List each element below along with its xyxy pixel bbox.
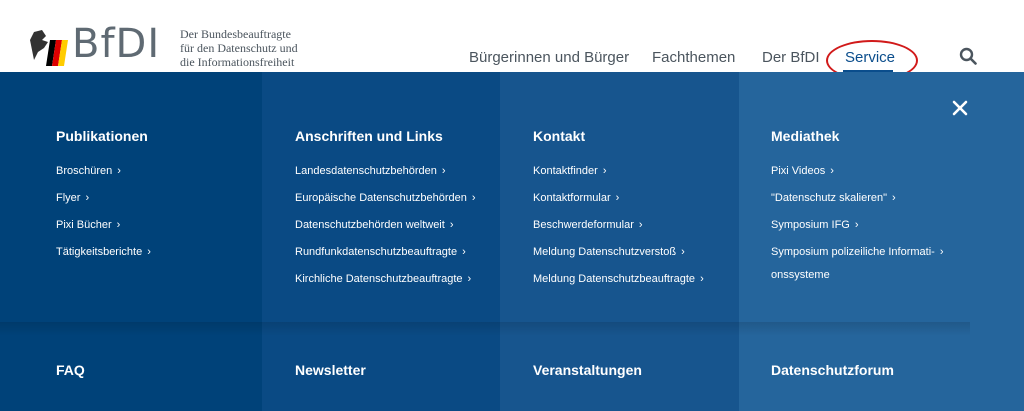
service-mega-menu: Publikationen Broschüren › Flyer › Pixi Bü…	[0, 72, 1024, 411]
chevron-right-icon: ›	[471, 192, 476, 204]
menu-link[interactable]: Pixi Videos ›	[771, 158, 944, 185]
column-links: Landesdatenschutzbehörden › Europäische D…	[295, 158, 476, 293]
menu-link[interactable]: Beschwerdeformular ›	[533, 212, 704, 239]
tagline-line-1: Der Bundesbeauftragte	[180, 27, 291, 41]
menu-link-label-continued: onssysteme	[771, 269, 830, 281]
chevron-right-icon: ›	[615, 192, 620, 204]
menu-link[interactable]: Broschüren ›	[56, 158, 151, 185]
menu-link-label: Meldung Datenschutzverstoß	[533, 246, 677, 258]
chevron-right-icon: ›	[449, 219, 454, 231]
logo-wordmark: BfDI	[72, 21, 161, 67]
menu-link-label: Landesdatenschutzbehörden	[295, 165, 437, 177]
chevron-right-icon: ›	[467, 273, 472, 285]
chevron-right-icon: ›	[116, 219, 121, 231]
menu-column-anschriften: Anschriften und Links Landesdatenschutzb…	[262, 72, 500, 411]
menu-column-kontakt: Kontakt Kontaktfinder › Kontaktformular › …	[500, 72, 739, 411]
menu-link-faq[interactable]: FAQ	[56, 362, 85, 378]
menu-link-label: Europäische Datenschutzbehörden	[295, 192, 467, 204]
bfdi-logo[interactable]: BfDI	[28, 22, 178, 66]
menu-link-newsletter[interactable]: Newsletter	[295, 362, 366, 378]
column-links: Broschüren › Flyer › Pixi Bücher › Tätigkei…	[56, 158, 151, 266]
menu-link-label: Pixi Videos	[771, 165, 826, 177]
chevron-right-icon: ›	[854, 219, 859, 231]
column-links: Pixi Videos › "Datenschutz skalieren" › Sy…	[771, 158, 944, 282]
menu-column-mediathek: Mediathek Pixi Videos › "Datenschutz skal…	[739, 72, 1024, 411]
menu-link-label: Datenschutzbehörden weltweit	[295, 219, 445, 231]
column-title[interactable]: Mediathek	[771, 128, 839, 144]
menu-link-veranstaltungen[interactable]: Veranstaltungen	[533, 362, 642, 378]
chevron-right-icon: ›	[830, 165, 834, 177]
federal-eagle-icon	[30, 30, 68, 66]
chevron-right-icon: ›	[700, 273, 704, 285]
menu-link[interactable]: Kontaktfinder ›	[533, 158, 704, 185]
chevron-right-icon: ›	[117, 165, 121, 177]
tagline-line-3: die Informationsfreiheit	[180, 55, 295, 69]
chevron-right-icon: ›	[441, 165, 446, 177]
menu-divider-shadow	[0, 322, 970, 336]
menu-link[interactable]: Kirchliche Datenschutzbeauftragte ›	[295, 266, 476, 293]
menu-column-publikationen: Publikationen Broschüren › Flyer › Pixi Bü…	[0, 72, 262, 411]
menu-link-label: "Datenschutz skalieren"	[771, 192, 888, 204]
menu-link-label: Flyer	[56, 192, 81, 204]
menu-link[interactable]: Landesdatenschutzbehörden ›	[295, 158, 476, 185]
chevron-right-icon: ›	[85, 192, 90, 204]
chevron-right-icon: ›	[462, 246, 466, 258]
chevron-right-icon: ›	[939, 246, 944, 258]
menu-link-label: Meldung Datenschutzbeauftragte	[533, 273, 696, 285]
search-icon[interactable]	[959, 47, 977, 65]
chevron-right-icon: ›	[892, 192, 896, 204]
site-header: BfDI Der Bundesbeauftragte für den Daten…	[0, 0, 1024, 81]
nav-item-buergerinnen[interactable]: Bürgerinnen und Bürger	[469, 49, 629, 66]
menu-link-label: Kontaktfinder	[533, 165, 598, 177]
menu-link[interactable]: Europäische Datenschutzbehörden ›	[295, 185, 476, 212]
chevron-right-icon: ›	[681, 246, 685, 258]
chevron-right-icon: ›	[147, 246, 151, 258]
column-title[interactable]: Anschriften und Links	[295, 128, 443, 144]
close-icon[interactable]	[952, 100, 968, 116]
menu-link[interactable]: Meldung Datenschutzbeauftragte ›	[533, 266, 704, 293]
menu-link-label: Tätigkeitsberichte	[56, 246, 143, 258]
menu-link[interactable]: Pixi Bücher ›	[56, 212, 151, 239]
menu-link-label: Beschwerdeformular	[533, 219, 634, 231]
nav-item-fachthemen[interactable]: Fachthemen	[652, 49, 735, 66]
menu-link[interactable]: Tätigkeitsberichte ›	[56, 239, 151, 266]
menu-link-label: Symposium IFG	[771, 219, 850, 231]
menu-link-label: Rundfunkdatenschutzbeauftragte	[295, 246, 458, 258]
menu-link[interactable]: Symposium IFG ›	[771, 212, 944, 239]
menu-link-label: Broschüren	[56, 165, 113, 177]
menu-link-label: Pixi Bücher	[56, 219, 112, 231]
chevron-right-icon: ›	[638, 219, 643, 231]
menu-link-label: Kirchliche Datenschutzbeauftragte	[295, 273, 463, 285]
chevron-right-icon: ›	[602, 165, 607, 177]
menu-link-label: Symposium polizeiliche Informati-	[771, 246, 935, 258]
menu-link[interactable]: Rundfunkdatenschutzbeauftragte ›	[295, 239, 476, 266]
menu-link[interactable]: Datenschutzbehörden weltweit ›	[295, 212, 476, 239]
column-title[interactable]: Publikationen	[56, 128, 148, 144]
column-links: Kontaktfinder › Kontaktformular › Beschwer…	[533, 158, 704, 293]
menu-link[interactable]: Meldung Datenschutzverstoß ›	[533, 239, 704, 266]
nav-item-der-bfdi[interactable]: Der BfDI	[762, 49, 820, 66]
menu-link[interactable]: "Datenschutz skalieren" ›	[771, 185, 944, 212]
menu-link[interactable]: Flyer ›	[56, 185, 151, 212]
menu-link[interactable]: Symposium polizeiliche Informati- › onssys…	[771, 239, 944, 282]
menu-link[interactable]: Kontaktformular ›	[533, 185, 704, 212]
logo-tagline: Der Bundesbeauftragte für den Datenschut…	[180, 27, 320, 69]
menu-link-datenschutzforum[interactable]: Datenschutzforum	[771, 362, 894, 378]
column-title[interactable]: Kontakt	[533, 128, 585, 144]
tagline-line-2: für den Datenschutz und	[180, 41, 298, 55]
menu-link-label: Kontaktformular	[533, 192, 611, 204]
